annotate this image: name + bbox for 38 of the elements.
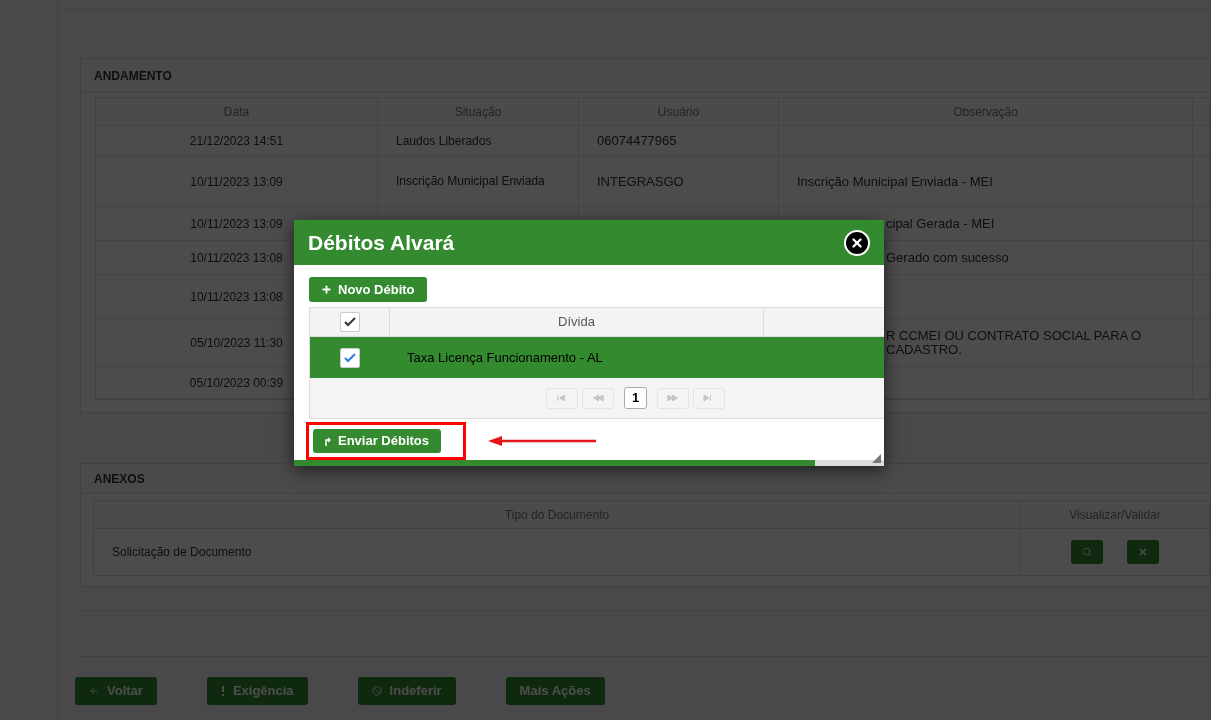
table-cell-text: 05/10/2023 11:30 <box>190 334 283 352</box>
page-button[interactable]: 1 <box>624 387 647 409</box>
table-cell-text: Taxa Licença Funcionamento - AL <box>407 348 603 367</box>
table-cell-text: 10/11/2023 13:08 <box>190 288 283 306</box>
scrollbar-icon <box>294 460 815 466</box>
table-cell-text: Gerado com sucesso <box>886 250 1010 265</box>
table-cell-text: 10/11/2023 13:08 <box>190 249 283 267</box>
first-page-icon <box>556 393 568 403</box>
next-page-icon <box>667 393 679 403</box>
table-cell-text: INTEGRASGO <box>597 172 684 191</box>
debt-row[interactable]: Taxa Licença Funcionamento - AL <box>310 337 884 378</box>
table-cell-text: 10/11/2023 13:09 <box>190 173 283 191</box>
table-cell-text: 05/10/2023 00:39 <box>189 374 284 392</box>
column-header: Dívida <box>390 308 764 336</box>
table-cell-text: 06074477965 <box>597 132 677 151</box>
table-cell-text: 21/12/2023 14:51 <box>189 133 284 150</box>
table-cell-text: Inscrição Municipal Enviada - MEI <box>797 174 994 189</box>
send-debits-button[interactable]: Enviar Débitos <box>313 429 442 453</box>
pager-button[interactable] <box>657 387 689 409</box>
modal-title: Débitos Alvará <box>308 229 455 256</box>
row-checkbox[interactable] <box>340 347 360 368</box>
table-cell-text: 10/11/2023 13:09 <box>190 215 283 233</box>
check-icon <box>344 352 356 363</box>
pager-button[interactable] <box>693 387 725 409</box>
table-cell: Inscrição Municipal Enviada <box>396 175 545 188</box>
table-cell-text: Solicitação de Documento <box>112 544 252 561</box>
pager-button[interactable] <box>582 387 614 409</box>
table-cell: Laudos Liberados <box>396 134 492 148</box>
pager-button[interactable] <box>546 387 578 409</box>
plus-icon <box>321 284 332 295</box>
close-button[interactable] <box>844 229 870 256</box>
select-all-checkbox[interactable] <box>339 312 360 332</box>
arrow-left-icon <box>488 436 596 446</box>
close-icon <box>850 235 864 250</box>
prev-page-icon <box>592 393 604 403</box>
check-icon <box>343 317 356 327</box>
new-debit-button[interactable]: Novo Débito <box>309 277 427 302</box>
table-cell-text: cipal Gerada - MEI <box>886 216 996 231</box>
